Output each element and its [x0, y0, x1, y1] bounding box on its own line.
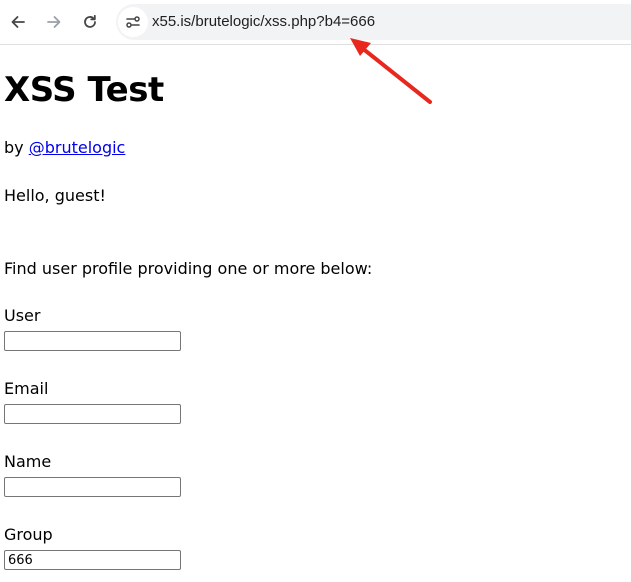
greeting-text: Hello, guest!: [4, 186, 106, 205]
browser-toolbar: x55.is/brutelogic/xss.php?b4=666: [0, 0, 631, 45]
site-info-icon: [126, 16, 140, 28]
byline-prefix: by: [4, 138, 24, 157]
forward-arrow-icon: [47, 16, 61, 28]
url-text: x55.is/brutelogic/xss.php?b4=666: [152, 13, 376, 30]
back-arrow-icon: [11, 16, 25, 28]
site-info-button[interactable]: [118, 7, 148, 37]
reload-icon: [84, 14, 96, 28]
email-input[interactable]: [4, 404, 181, 424]
user-input[interactable]: [4, 331, 181, 351]
user-label: User: [4, 306, 41, 325]
name-label: Name: [4, 452, 52, 471]
back-button[interactable]: [4, 8, 32, 36]
instructions-text: Find user profile providing one or more …: [4, 259, 373, 278]
byline: by @brutelogic: [4, 138, 125, 157]
group-label: Group: [4, 525, 53, 544]
email-label: Email: [4, 379, 49, 398]
forward-button[interactable]: [40, 8, 68, 36]
author-link[interactable]: @brutelogic: [29, 138, 126, 157]
address-bar[interactable]: x55.is/brutelogic/xss.php?b4=666: [116, 4, 631, 40]
page-title: XSS Test: [4, 70, 164, 110]
reload-button[interactable]: [76, 8, 104, 36]
name-input[interactable]: [4, 477, 181, 497]
group-input[interactable]: [4, 550, 181, 570]
